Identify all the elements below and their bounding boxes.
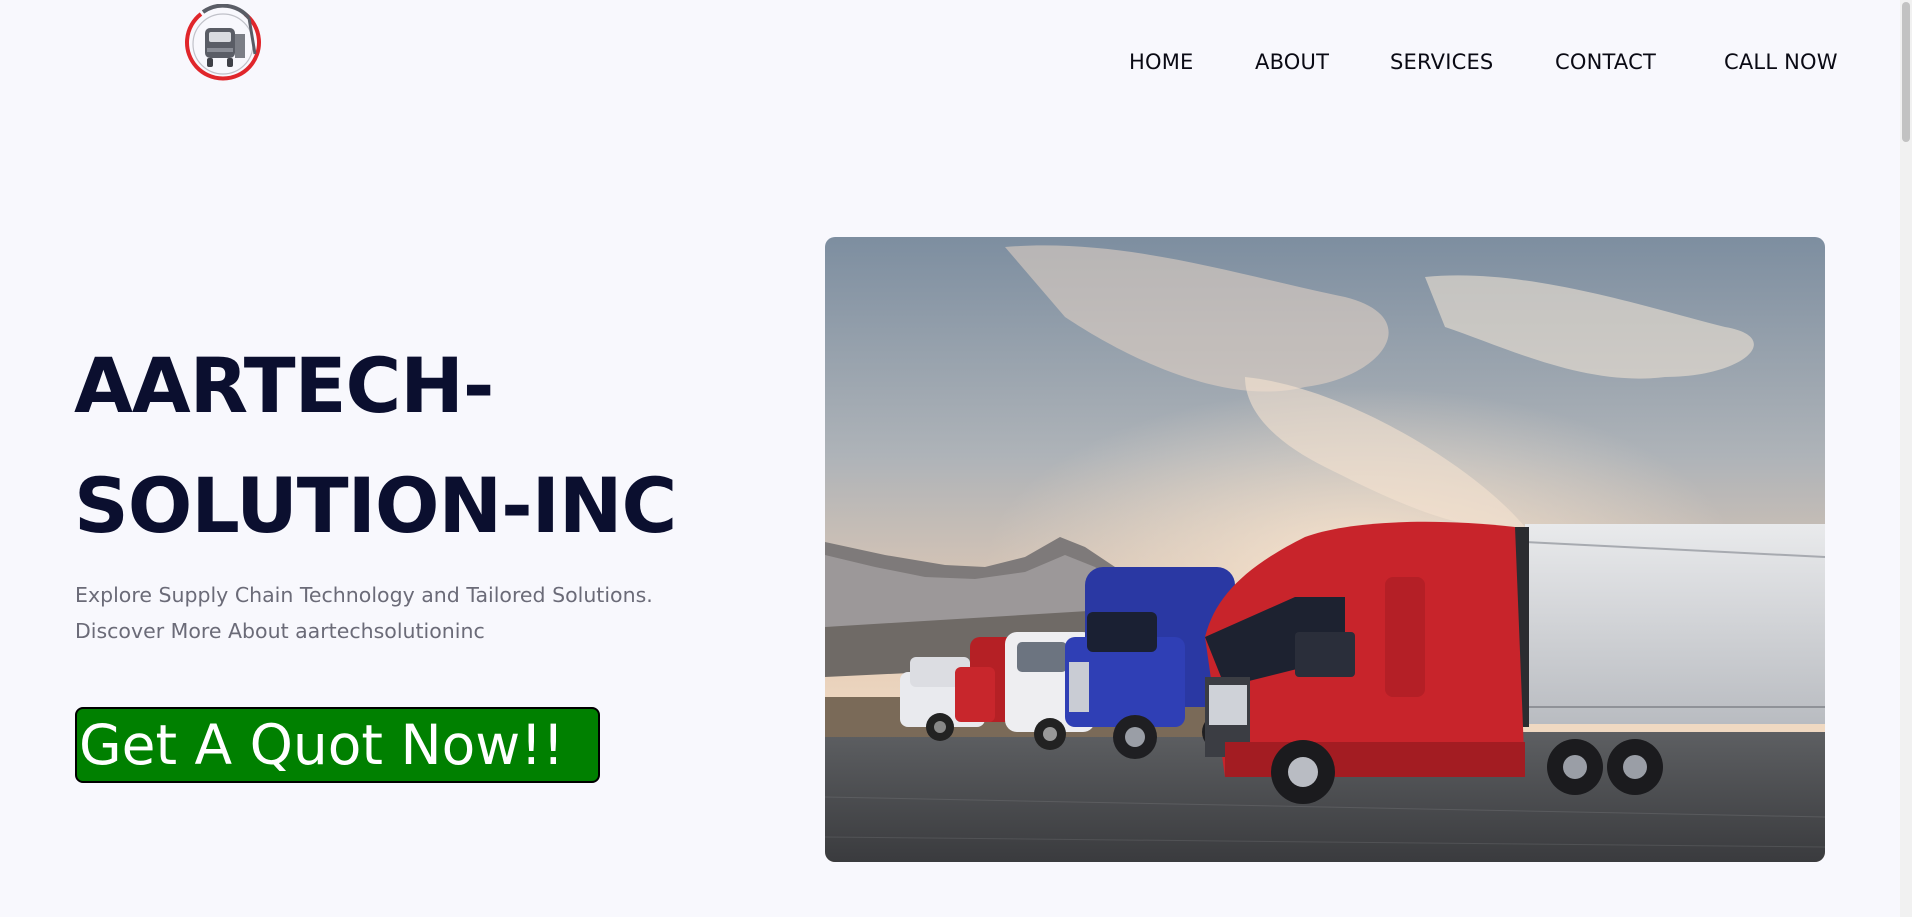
hero-subtitle-line1: Explore Supply Chain Technology and Tail…: [75, 583, 653, 607]
hero-subtitle-line2: Discover More About aartechsolutioninc: [75, 619, 485, 643]
nav-services[interactable]: SERVICES: [1390, 48, 1493, 76]
page: HOME ABOUT SERVICES CONTACT CALL NOW AAR…: [0, 0, 1912, 917]
scrollbar-thumb[interactable]: [1902, 2, 1910, 142]
truck-logo-icon: [185, 3, 261, 81]
hero-title-line1: AARTECH-: [74, 341, 494, 430]
hero-title: AARTECH- SOLUTION-INC: [74, 326, 734, 566]
nav-home[interactable]: HOME: [1129, 48, 1194, 76]
nav-about[interactable]: ABOUT: [1255, 48, 1329, 76]
site-logo[interactable]: [183, 3, 263, 84]
nav-call-now[interactable]: CALL NOW: [1724, 48, 1838, 76]
page-scrollbar[interactable]: [1900, 0, 1912, 917]
hero-subtitle: Explore Supply Chain Technology and Tail…: [75, 577, 735, 649]
truck-fleet-image: [825, 237, 1825, 862]
hero-title-line2: SOLUTION-INC: [74, 461, 677, 550]
get-quote-button[interactable]: Get A Quot Now!!: [75, 707, 600, 783]
nav-contact[interactable]: CONTACT: [1555, 48, 1656, 76]
